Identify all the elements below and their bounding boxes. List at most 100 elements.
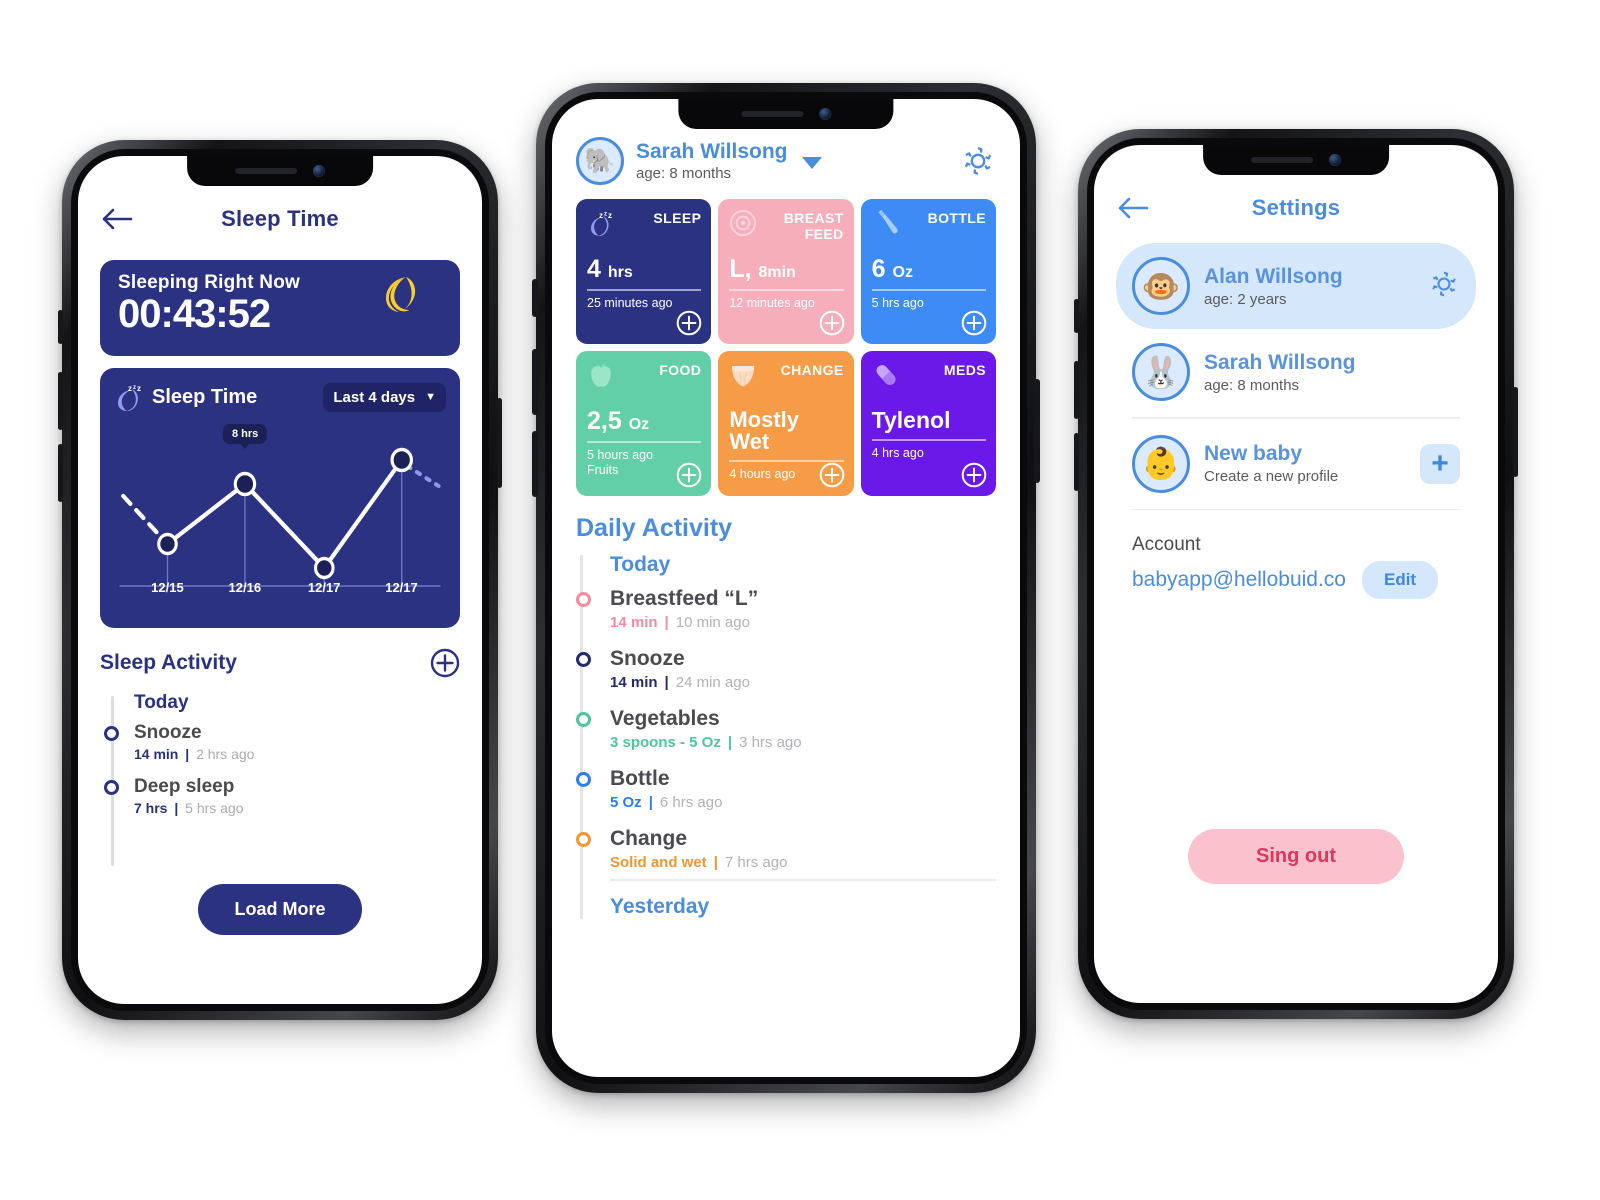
power-button[interactable] — [1513, 387, 1518, 477]
plus-circle-icon[interactable] — [819, 462, 845, 488]
svg-text:z: z — [604, 212, 607, 218]
card-value-unit: hrs — [607, 264, 633, 281]
card-head: z z z SLEEP — [587, 209, 701, 251]
volume-up-button[interactable] — [532, 349, 538, 415]
profile-name: Sarah Willsong — [1204, 350, 1356, 374]
mute-switch[interactable] — [1074, 299, 1079, 333]
activity-value: Solid and wet — [610, 854, 707, 871]
speaker-grille-icon — [234, 168, 297, 174]
sleeping-now-card[interactable]: Sleeping Right Now 00:43:52 — [100, 260, 460, 356]
volume-down-button[interactable] — [58, 444, 63, 502]
daily-activity-timeline: Today Breastfeed “L” 14 min | 10 min ago… — [576, 553, 996, 919]
volume-up-button[interactable] — [1074, 361, 1079, 419]
activity-time-ago: 24 min ago — [675, 674, 750, 691]
sleep-chart-card: z z z Sleep Time Last 4 days ▼ 8 hrs 12/… — [100, 368, 460, 628]
card-food[interactable]: FOOD 2,5 Oz 5 hours ago Fruits — [576, 351, 712, 496]
activity-meta: 14 min | 24 min ago — [610, 674, 996, 691]
timeline-dot-icon — [576, 592, 591, 607]
power-button[interactable] — [1034, 379, 1040, 483]
edit-account-button[interactable]: Edit — [1361, 561, 1439, 599]
meta-separator: | — [713, 854, 718, 871]
chart-svg — [119, 447, 441, 587]
elephant-avatar[interactable]: 🐘 — [576, 137, 624, 185]
card-value-number: 4 — [587, 255, 601, 283]
plus-circle-icon[interactable] — [676, 310, 702, 336]
gear-icon[interactable] — [1428, 268, 1460, 300]
plus-circle-icon[interactable] — [961, 462, 987, 488]
card-time-ago: 25 minutes ago — [587, 295, 673, 310]
card-time-ago: 12 minutes ago — [729, 295, 815, 310]
range-selector[interactable]: Last 4 days ▼ — [323, 382, 446, 412]
card-change[interactable]: CHANGE Mostly Wet 4 hours ago — [718, 351, 854, 496]
activity-value: 7 hrs — [134, 800, 168, 816]
screen-settings: Settings 🐵 Alan Willsong age: 2 years 🐰 … — [1094, 145, 1498, 1003]
timeline-dot-icon — [576, 652, 591, 667]
profile-row-new-baby[interactable]: 👶 New baby Create a new profile + — [1116, 421, 1476, 507]
timeline-dot-icon — [576, 712, 591, 727]
activity-meta: 14 min | 2 hrs ago — [134, 746, 460, 762]
card-breastfeed[interactable]: BREAST FEED L, 8min 12 minutes ago — [718, 199, 854, 344]
activity-name: Snooze — [610, 647, 685, 670]
list-item[interactable]: Snooze 14 min | 24 min ago — [576, 647, 996, 691]
sign-out-button[interactable]: Sing out — [1188, 829, 1404, 884]
activity-meta: 7 hrs | 5 hrs ago — [134, 800, 460, 816]
mute-switch[interactable] — [532, 279, 538, 317]
plus-circle-icon[interactable] — [961, 310, 987, 336]
cloud-icon — [342, 308, 460, 356]
activity-value: 5 Oz — [610, 794, 642, 811]
plus-circle-icon[interactable] — [819, 310, 845, 336]
list-item[interactable]: Vegetables 3 spoons - 5 Oz | 3 hrs ago — [576, 707, 996, 751]
divider — [871, 289, 986, 291]
activity-meta: 5 Oz | 6 hrs ago — [610, 794, 996, 811]
card-value: Mostly Wet — [729, 409, 843, 453]
profile-age: age: 8 months — [636, 165, 732, 182]
plus-icon[interactable]: + — [1420, 443, 1460, 484]
gear-icon[interactable] — [960, 143, 996, 179]
daily-activity-title: Daily Activity — [576, 514, 733, 542]
avatar-glyph: 🐰 — [1141, 354, 1181, 390]
power-button[interactable] — [497, 398, 502, 488]
svg-text:z: z — [608, 211, 612, 220]
account-email: babyapp@hellobuid.co — [1132, 568, 1346, 591]
card-value-number: 2,5 — [587, 407, 622, 435]
profile-row-sarah[interactable]: 🐰 Sarah Willsong age: 8 months — [1116, 329, 1476, 415]
profile-row-actions — [1428, 268, 1460, 305]
card-meds[interactable]: MEDS Tylenol 4 hrs ago — [860, 351, 996, 496]
meta-separator: | — [174, 800, 179, 816]
volume-down-button[interactable] — [1074, 433, 1079, 491]
card-value: 4 hrs — [587, 257, 701, 282]
activity-meta: 14 min | 10 min ago — [610, 614, 996, 631]
list-item[interactable]: Change Solid and wet | 7 hrs ago — [576, 827, 996, 871]
meta-separator: | — [648, 794, 653, 811]
profile-row-alan[interactable]: 🐵 Alan Willsong age: 2 years — [1116, 243, 1476, 329]
timeline-day-label: Today — [134, 692, 189, 713]
chevron-down-icon[interactable] — [801, 157, 822, 169]
notch — [678, 99, 894, 129]
volume-up-button[interactable] — [58, 372, 63, 430]
screenshot-root: Sleep Time Sleeping Right Now 00:43:52 z… — [0, 0, 1600, 1200]
timeline-day-label: Today — [610, 553, 671, 576]
profile-subtitle: Create a new profile — [1204, 468, 1339, 485]
profile-names: Sarah Willsong age: 8 months — [636, 140, 788, 182]
plus-circle-icon[interactable] — [676, 462, 702, 488]
card-head: BOTTLE — [872, 209, 986, 251]
chart-x-axis: 12/15 12/16 12/17 12/17 — [114, 580, 446, 604]
card-title: SLEEP — [653, 210, 702, 226]
card-sleep[interactable]: z z z SLEEP 4 hrs 25 minutes ago — [576, 199, 712, 344]
mute-switch[interactable] — [58, 310, 63, 344]
list-item[interactable]: Bottle 5 Oz | 6 hrs ago — [576, 767, 996, 811]
speaker-grille-icon — [1250, 157, 1313, 163]
list-item[interactable]: Deep sleep 7 hrs | 5 hrs ago — [104, 776, 460, 816]
activity-name: Bottle — [610, 767, 670, 790]
card-bottle[interactable]: BOTTLE 6 Oz 5 hrs ago — [860, 199, 996, 344]
volume-down-button[interactable] — [532, 431, 538, 497]
profile-text: New baby Create a new profile — [1204, 442, 1338, 485]
x-tick-label: 12/17 — [385, 580, 418, 595]
sleep-activity-title: Sleep Activity — [100, 651, 237, 674]
card-value-unit: Oz — [892, 264, 913, 281]
plus-circle-icon[interactable] — [430, 648, 460, 678]
list-item[interactable]: Breastfeed “L” 14 min | 10 min ago — [576, 587, 996, 631]
list-item[interactable]: Snooze 14 min | 2 hrs ago — [104, 722, 460, 762]
x-tick-label: 12/16 — [228, 580, 262, 595]
load-more-button[interactable]: Load More — [198, 884, 362, 935]
